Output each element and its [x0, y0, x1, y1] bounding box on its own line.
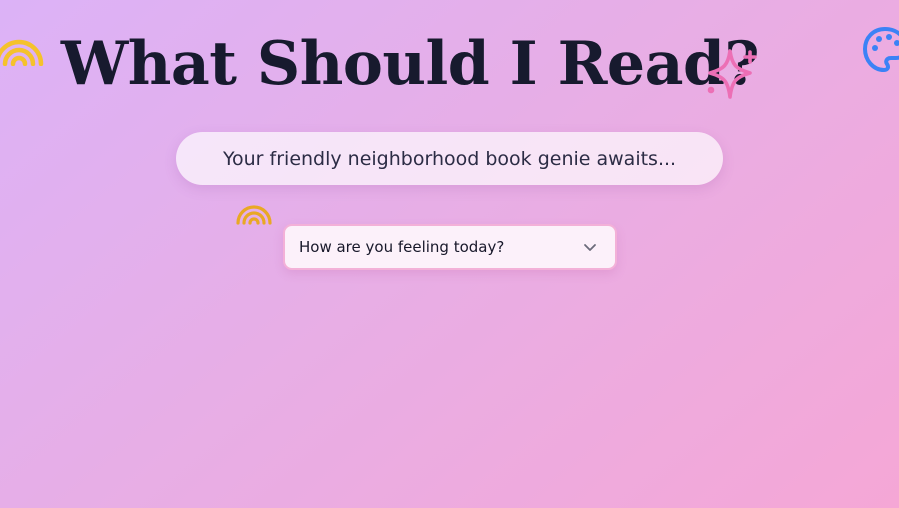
rainbow-icon — [235, 203, 273, 229]
subtitle-banner: Your friendly neighborhood book genie aw… — [176, 132, 723, 185]
palette-icon — [862, 26, 899, 78]
mood-select[interactable]: How are you feeling today? — [283, 224, 617, 270]
page-title: What Should I Read? — [60, 29, 760, 99]
subtitle-text: Your friendly neighborhood book genie aw… — [222, 147, 677, 170]
mood-select-value: How are you feeling today? — [299, 238, 505, 256]
chevron-down-icon — [583, 240, 597, 254]
sparkle-icon — [702, 46, 760, 108]
